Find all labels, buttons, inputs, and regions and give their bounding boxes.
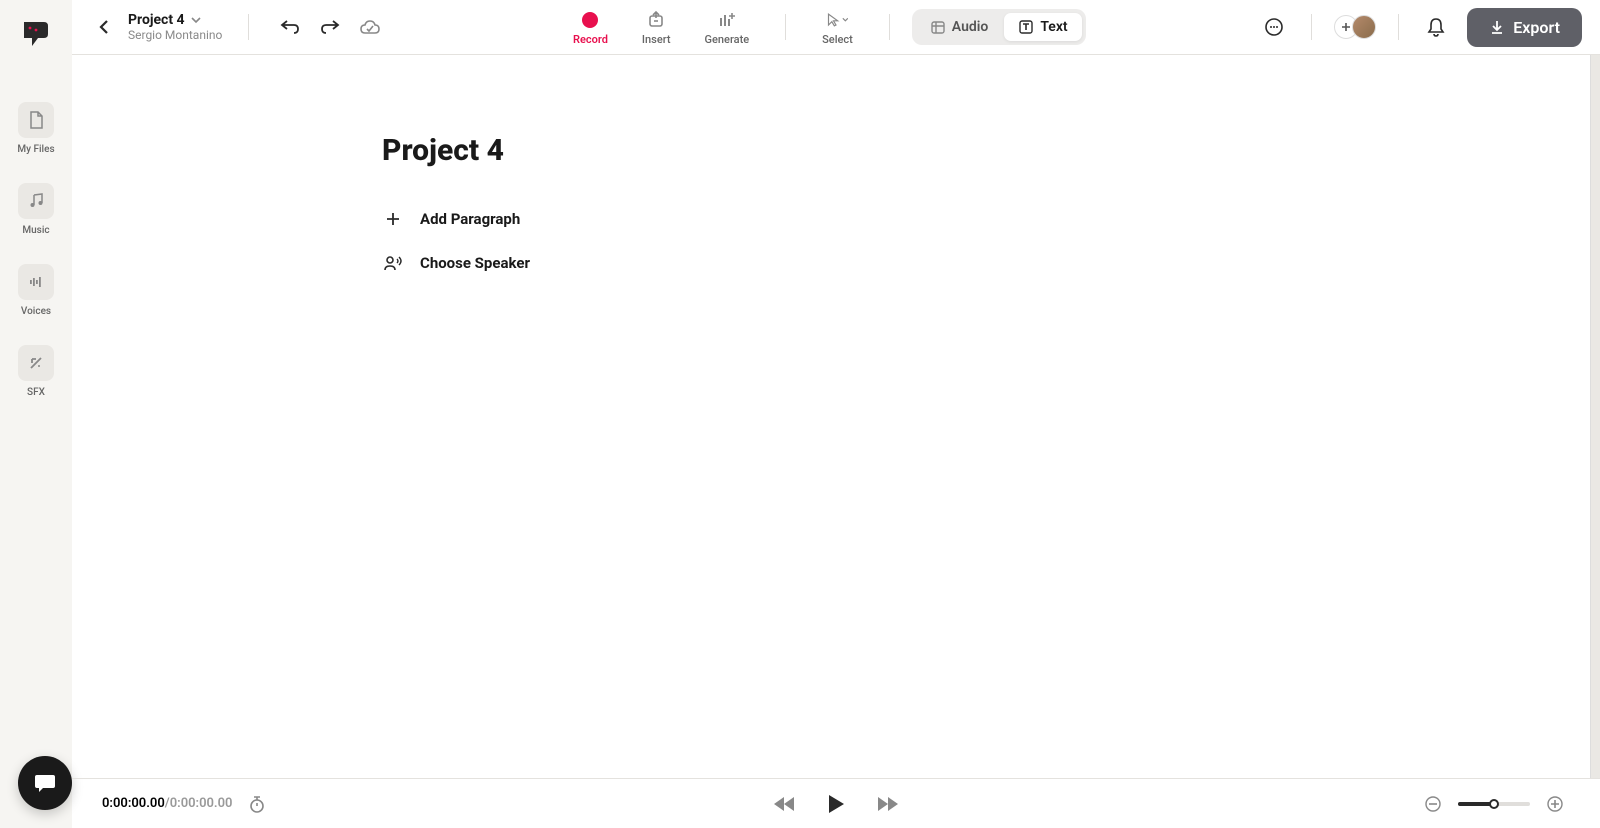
topbar-left: Project 4 Sergio Montanino [90,12,385,42]
app-logo[interactable] [18,18,54,58]
total-time: 0:00:00.00 [170,796,233,811]
content: Project 4 Add Paragraph Choose Speaker [72,55,1600,778]
notifications-button[interactable] [1421,12,1451,42]
tool-label: Record [573,33,608,46]
tool-label: Select [822,33,853,46]
audio-icon [930,19,946,35]
divider [1311,14,1312,40]
redo-button[interactable] [315,12,345,42]
divider [1398,14,1399,40]
export-button[interactable]: Export [1467,8,1582,47]
record-button[interactable]: Record [559,5,622,50]
main: Project 4 Sergio Montanino Record [72,0,1600,828]
sidebar-item-sfx[interactable]: SFX [18,345,54,398]
zoom-in-button[interactable] [1540,789,1570,819]
generate-icon [716,9,738,31]
undo-button[interactable] [275,12,305,42]
zoom-thumb[interactable] [1489,799,1499,809]
generate-button[interactable]: Generate [691,5,764,50]
chevron-down-icon [191,16,201,24]
sidebar-item-voices[interactable]: Voices [18,264,54,317]
sfx-icon [18,345,54,381]
help-chat-button[interactable] [18,756,72,810]
play-button[interactable] [822,790,850,818]
center-tools: Record Insert Generate Select [559,5,1086,50]
insert-button[interactable]: Insert [628,5,685,50]
choose-speaker-button[interactable]: Choose Speaker [382,252,1600,274]
divider [785,14,786,40]
add-paragraph-button[interactable]: Add Paragraph [382,208,1600,230]
voice-icon [18,264,54,300]
zoom-out-button[interactable] [1418,789,1448,819]
mode-label: Audio [952,19,989,35]
tool-label: Insert [642,33,671,46]
forward-button[interactable] [874,790,902,818]
mode-audio[interactable]: Audio [916,13,1003,41]
export-label: Export [1513,18,1560,37]
comments-button[interactable] [1259,12,1289,42]
sidebar-item-label: My Files [17,144,54,155]
sidebar-item-my-files[interactable]: My Files [17,102,54,155]
current-time: 0:00:00.00 [102,796,165,811]
speaker-icon [382,252,404,274]
page-title[interactable]: Project 4 [382,133,1600,168]
play-controls [770,790,902,818]
sidebar-item-label: Music [22,225,49,236]
user-avatar[interactable] [1352,15,1376,39]
topbar-right: Export [1259,8,1582,47]
action-label: Choose Speaker [420,254,530,272]
sidebar-item-label: Voices [21,306,51,317]
avatar-stack[interactable] [1334,15,1376,39]
record-icon [582,12,598,28]
mode-label: Text [1040,19,1067,35]
sidebar-item-music[interactable]: Music [18,183,54,236]
zoom-controls [1418,789,1570,819]
rewind-button[interactable] [770,790,798,818]
chevron-down-icon [842,17,849,23]
playback-bar: 0:00:00.00 / 0:00:00.00 [72,778,1600,828]
action-label: Add Paragraph [420,210,520,228]
mode-toggle: Audio Text [912,9,1086,45]
file-icon [18,102,54,138]
divider [889,14,890,40]
project-title-block[interactable]: Project 4 Sergio Montanino [128,12,222,42]
select-icon [826,9,848,31]
project-user: Sergio Montanino [128,28,222,42]
download-icon [1489,19,1505,35]
insert-icon [645,9,667,31]
mode-text[interactable]: Text [1004,13,1081,41]
sidebar: My Files Music Voices SFX [0,0,72,828]
divider [248,14,249,40]
scrollbar[interactable] [1590,55,1600,778]
project-name: Project 4 [128,12,185,28]
timer-button[interactable] [242,789,272,819]
topbar: Project 4 Sergio Montanino Record [72,0,1600,55]
music-icon [18,183,54,219]
back-button[interactable] [90,13,118,41]
tool-label: Generate [705,33,750,46]
text-icon [1018,19,1034,35]
zoom-slider[interactable] [1458,802,1530,806]
sidebar-item-label: SFX [27,387,45,398]
select-button[interactable]: Select [808,5,867,50]
cloud-sync-button[interactable] [355,12,385,42]
plus-icon [382,208,404,230]
